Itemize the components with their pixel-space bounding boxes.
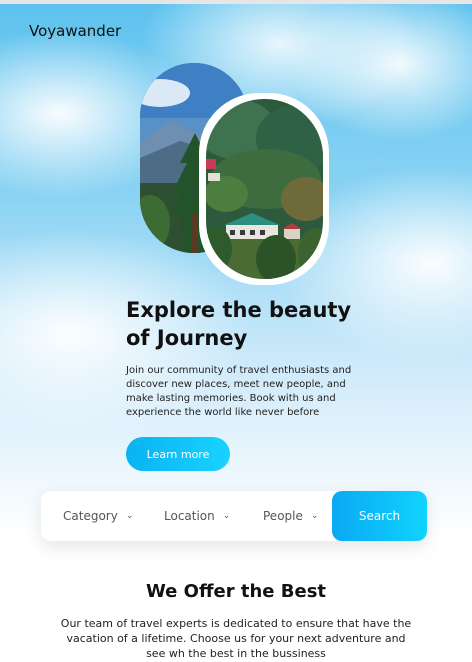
chevron-down-icon: ⌄ — [222, 511, 231, 521]
hero-title: Explore the beauty of Journey — [126, 298, 352, 350]
brand-logo[interactable]: Voyawander — [29, 22, 121, 40]
search-bar: Category ⌄ Location ⌄ People ⌄ Search — [41, 491, 427, 541]
category-dropdown[interactable]: Category ⌄ — [63, 491, 133, 541]
category-label: Category — [63, 509, 118, 523]
learn-more-button[interactable]: Learn more — [126, 437, 230, 471]
people-dropdown[interactable]: People ⌄ — [263, 491, 318, 541]
search-button[interactable]: Search — [332, 491, 427, 541]
location-dropdown[interactable]: Location ⌄ — [164, 491, 230, 541]
chevron-down-icon: ⌄ — [310, 511, 319, 521]
offer-section-title: We Offer the Best — [145, 581, 327, 602]
location-label: Location — [164, 509, 215, 523]
hero-image-village — [206, 99, 323, 279]
people-label: People — [263, 509, 303, 523]
hero-image-village-frame — [199, 93, 329, 285]
hero-description: Join our community of travel enthusiasts… — [126, 365, 352, 418]
village-photo — [206, 99, 323, 279]
chevron-down-icon: ⌄ — [125, 511, 134, 521]
offer-description: Our team of travel experts is dedicated … — [60, 617, 412, 660]
